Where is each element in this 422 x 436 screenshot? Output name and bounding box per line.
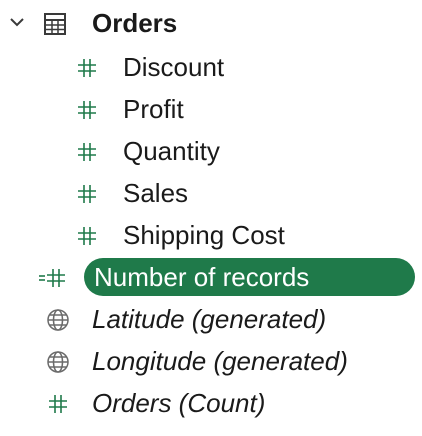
globe-icon (46, 350, 70, 374)
field-row-number-of-records[interactable]: Number of records (0, 256, 422, 298)
field-label: Profit (123, 94, 184, 124)
measure-icon (77, 58, 97, 78)
field-label: Shipping Cost (123, 220, 285, 250)
measure-icon (77, 184, 97, 204)
group-header-orders[interactable]: Orders (0, 0, 422, 42)
field-row-longitude[interactable]: Longitude (generated) (0, 340, 422, 382)
field-label: Quantity (123, 136, 220, 166)
field-row-profit[interactable]: Profit (0, 88, 422, 130)
selected-field-pill[interactable]: Number of records (84, 258, 415, 296)
field-label: Discount (123, 52, 225, 82)
selected-field-label: Number of records (94, 262, 310, 292)
field-row-latitude[interactable]: Latitude (generated) (0, 298, 422, 340)
field-row-discount[interactable]: Discount (0, 46, 422, 88)
measure-icon (48, 394, 68, 414)
field-row-shipping-cost[interactable]: Shipping Cost (0, 214, 422, 256)
field-label: Longitude (generated) (92, 346, 348, 376)
field-label: Orders (Count) (92, 388, 266, 418)
chevron-down-icon[interactable] (7, 12, 27, 32)
measure-icon (77, 100, 97, 120)
field-label: Latitude (generated) (92, 304, 327, 334)
field-row-quantity[interactable]: Quantity (0, 130, 422, 172)
globe-icon (46, 308, 70, 332)
field-label: Sales (123, 178, 189, 208)
measure-icon (77, 142, 97, 162)
calculated-measure-icon (38, 268, 66, 288)
field-row-sales[interactable]: Sales (0, 172, 422, 214)
measure-icon (77, 226, 97, 246)
table-icon (44, 13, 66, 35)
field-row-orders-count[interactable]: Orders (Count) (0, 382, 422, 424)
group-label: Orders (92, 8, 178, 38)
